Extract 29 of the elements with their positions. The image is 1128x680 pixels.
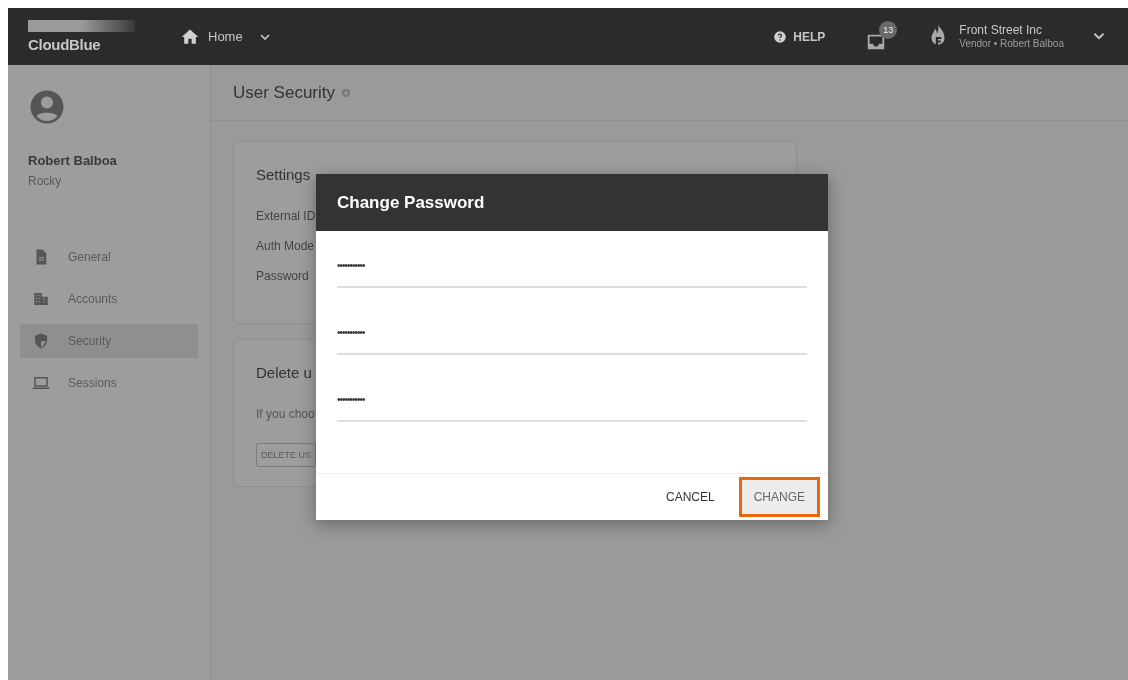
notification-badge: 13 xyxy=(879,20,898,39)
help-icon xyxy=(341,87,352,98)
user-name: Robert Balboa xyxy=(28,153,118,168)
account-menu[interactable]: Front Street Inc Vendor • Robert Balboa xyxy=(925,23,1108,50)
password-field[interactable]: ••••••••••• xyxy=(337,257,807,288)
password-field[interactable]: ••••••••••• xyxy=(337,324,807,355)
account-role: Vendor • Robert Balboa xyxy=(959,37,1064,50)
logo-text: CloudBlue xyxy=(28,36,102,53)
card-description: If you choo xyxy=(256,407,316,421)
help-icon xyxy=(773,29,788,44)
password-field[interactable]: ••••••••••• xyxy=(337,391,807,422)
laptop-icon xyxy=(32,374,50,392)
user-avatar-icon xyxy=(29,89,65,125)
shield-icon xyxy=(32,332,50,350)
page-title: User Security xyxy=(233,82,336,103)
inbox-button[interactable]: 13 xyxy=(865,20,898,53)
dialog-title: Change Password xyxy=(316,174,828,231)
cancel-button[interactable]: CANCEL xyxy=(665,490,715,504)
card-title: Settings xyxy=(256,166,312,183)
field-label: Auth Mode xyxy=(256,239,316,253)
field-label: External ID xyxy=(256,209,317,223)
field-label: Password xyxy=(256,269,310,283)
card-title: Delete u xyxy=(256,364,313,381)
account-name: Front Street Inc xyxy=(959,23,1042,38)
change-button[interactable]: CHANGE xyxy=(738,477,820,517)
user-nickname: Rocky xyxy=(28,174,63,188)
home-menu[interactable]: Home xyxy=(180,26,273,47)
building-icon xyxy=(32,290,50,308)
help-link[interactable]: HELP xyxy=(773,29,826,44)
